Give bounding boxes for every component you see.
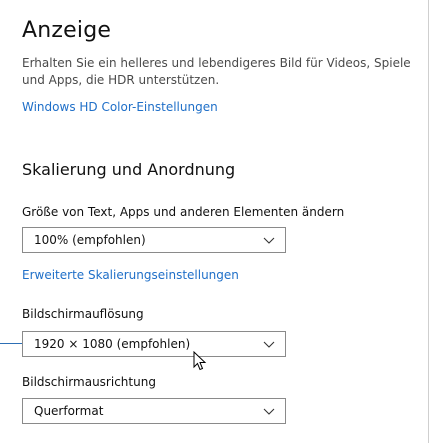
chevron-down-icon — [263, 408, 275, 415]
scaling-dropdown-value: 100% (empfohlen) — [34, 233, 146, 247]
chevron-down-icon — [263, 341, 275, 348]
hdr-description: Erhalten Sie ein helleres und lebendiger… — [22, 56, 411, 87]
page-title: Anzeige — [22, 18, 112, 43]
orientation-dropdown[interactable]: Querformat — [22, 398, 286, 424]
text-size-label: Größe von Text, Apps und anderen Element… — [22, 205, 345, 219]
scaling-dropdown[interactable]: 100% (empfohlen) — [22, 227, 286, 253]
resolution-dropdown[interactable]: 1920 × 1080 (empfohlen) — [22, 331, 286, 357]
chevron-down-icon — [263, 237, 275, 244]
orientation-label: Bildschirmausrichtung — [22, 375, 156, 389]
scaling-section-heading: Skalierung und Anordnung — [22, 160, 236, 179]
resolution-dropdown-value: 1920 × 1080 (empfohlen) — [34, 337, 191, 351]
orientation-dropdown-value: Querformat — [34, 404, 104, 418]
advanced-scaling-link[interactable]: Erweiterte Skalierungseinstellungen — [22, 268, 239, 282]
resolution-label: Bildschirmauflösung — [22, 307, 144, 321]
hdr-color-settings-link[interactable]: Windows HD Color-Einstellungen — [22, 100, 218, 114]
